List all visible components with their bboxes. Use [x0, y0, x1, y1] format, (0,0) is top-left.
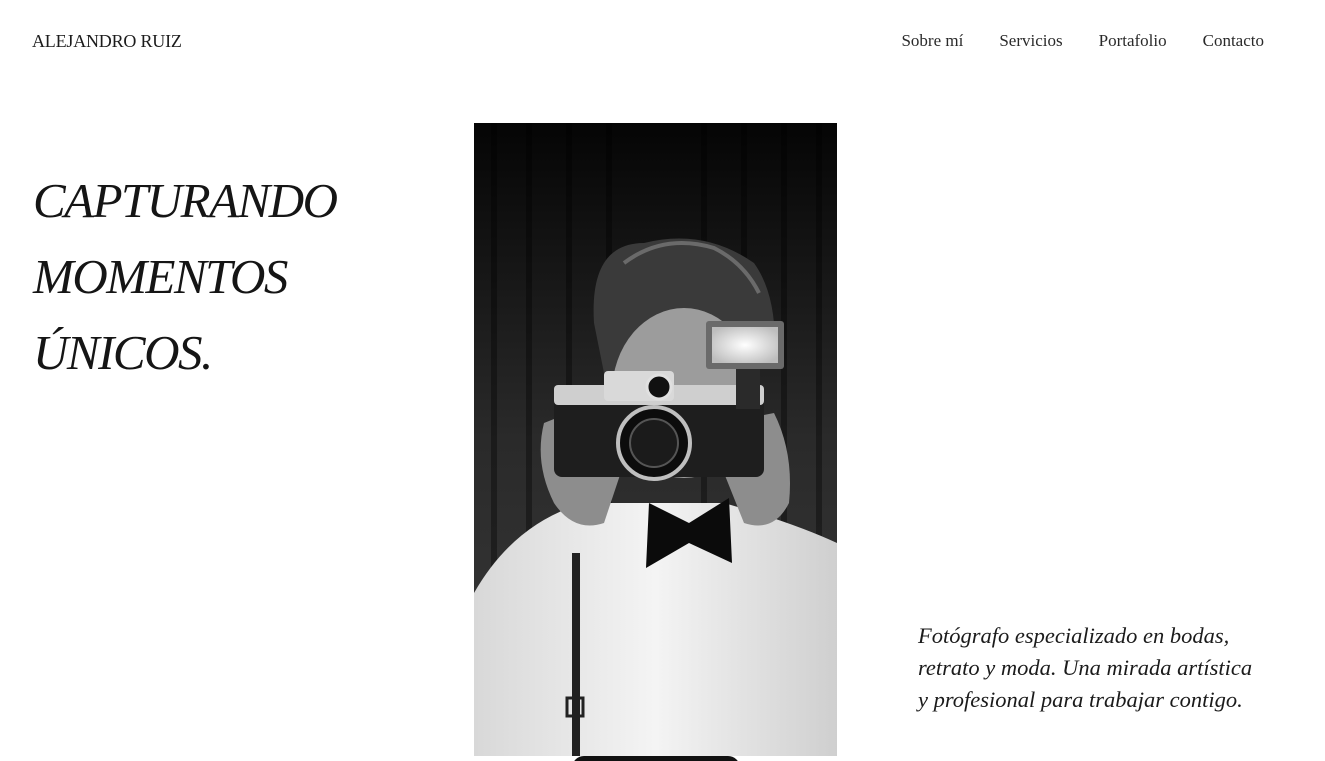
hero-title: CAPTURANDO MOMENTOS ÚNICOS.	[33, 163, 453, 391]
hero-description-line: Fotógrafo especializado en bodas,	[918, 623, 1230, 648]
hero-description-line: retrato y moda. Una mirada artística	[918, 655, 1253, 680]
nav-link-contacto[interactable]: Contacto	[1203, 31, 1264, 51]
photographer-image	[474, 123, 837, 756]
hero-description-line: y profesional para trabajar contigo.	[918, 687, 1243, 712]
hero-description: Fotógrafo especializado en bodas, retrat…	[918, 620, 1278, 716]
nav-link-sobre-mi[interactable]: Sobre mí	[901, 31, 963, 51]
hero-title-line: MOMENTOS	[33, 249, 288, 304]
hero-title-line: ÚNICOS.	[33, 325, 213, 380]
hero-title-line: CAPTURANDO	[33, 173, 338, 228]
nav-link-portafolio[interactable]: Portafolio	[1099, 31, 1167, 51]
main-nav: Sobre mí Servicios Portafolio Contacto	[901, 31, 1264, 51]
brand-logo[interactable]: ALEJANDRO RUIZ	[32, 31, 182, 52]
scroll-indicator-button[interactable]	[572, 756, 740, 761]
nav-link-servicios[interactable]: Servicios	[999, 31, 1062, 51]
hero-photo	[474, 123, 837, 756]
page: ALEJANDRO RUIZ Sobre mí Servicios Portaf…	[0, 0, 1325, 761]
